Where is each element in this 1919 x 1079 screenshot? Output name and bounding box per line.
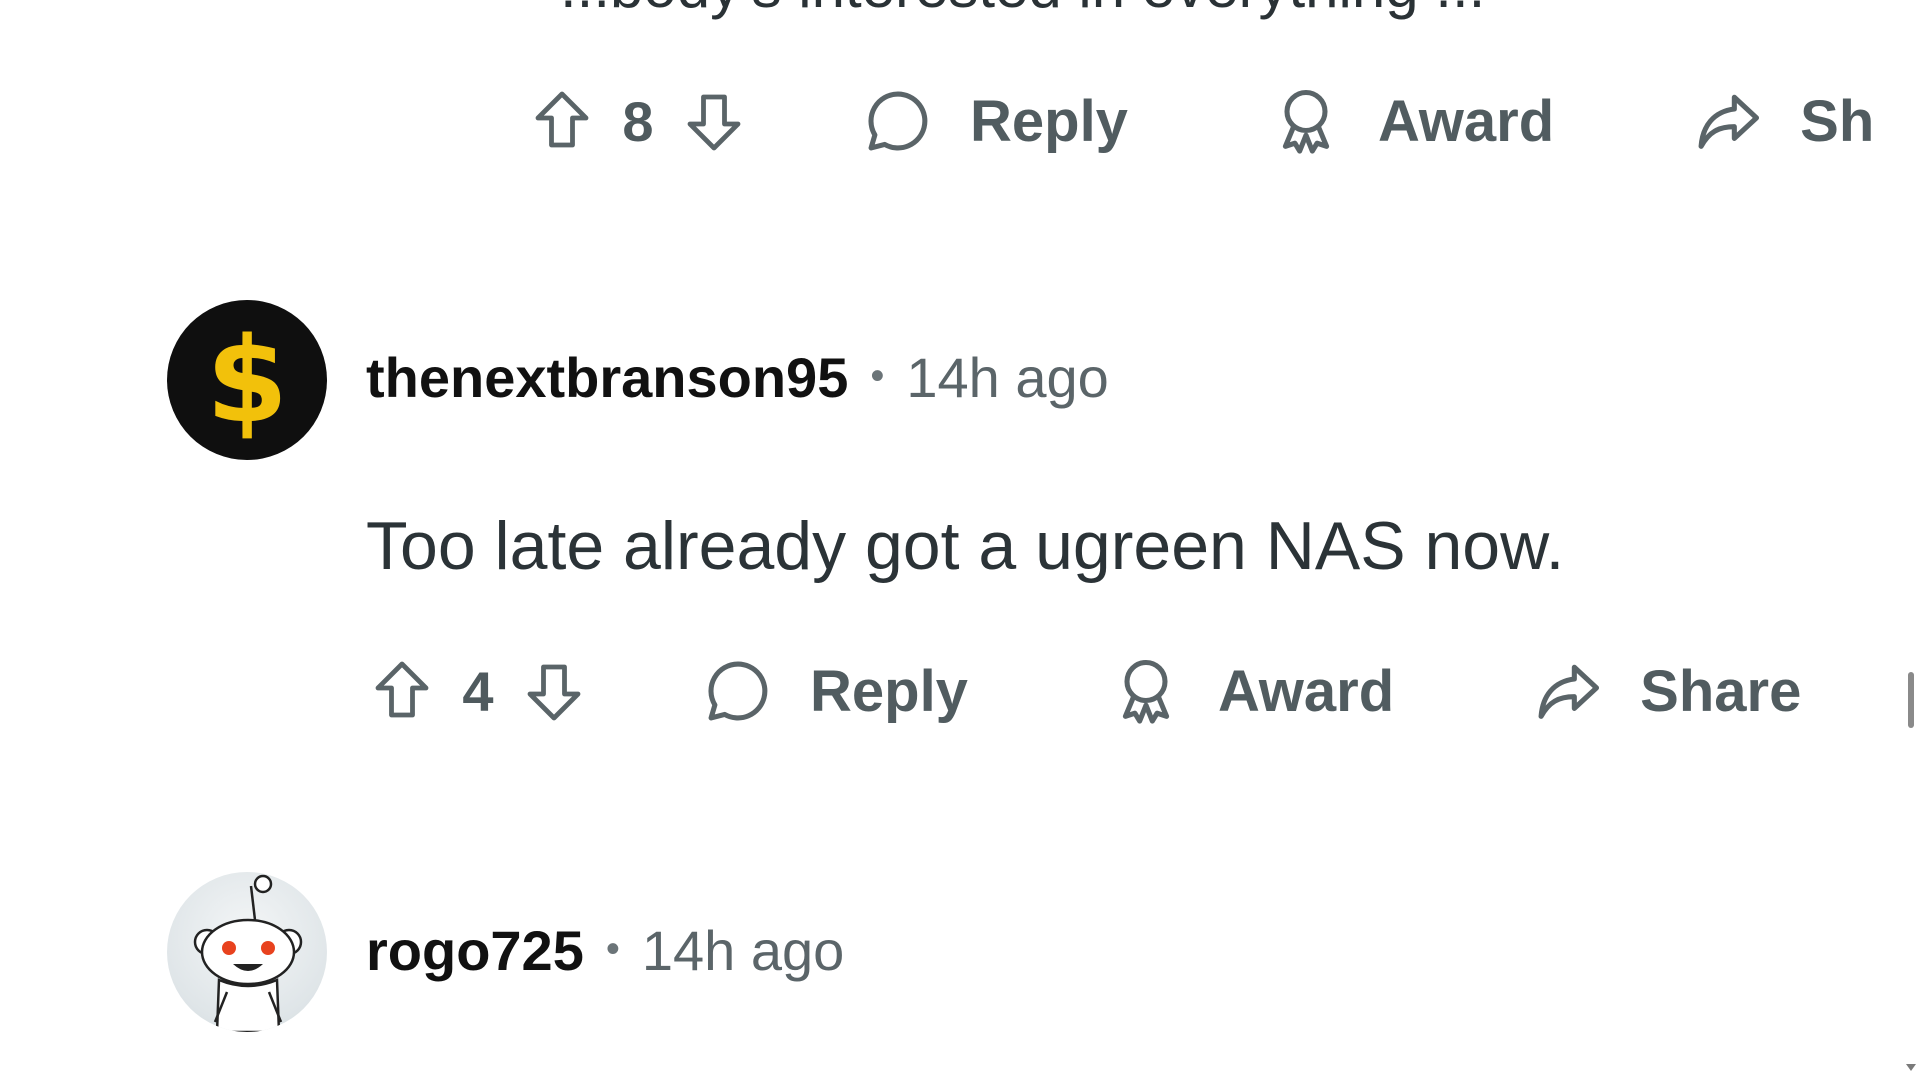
comment-thread: ...body's interested in everything ... 8… — [0, 0, 1919, 1079]
scroll-down-arrow-icon[interactable] — [1906, 1064, 1916, 1071]
avatar[interactable] — [167, 872, 327, 1032]
comment-body: Too late already got a ugreen NAS now. — [366, 508, 1565, 584]
reply-button[interactable]: Reply — [700, 653, 968, 729]
comment-header: rogo725 • 14h ago — [366, 918, 844, 983]
timestamp[interactable]: 14h ago — [642, 918, 844, 983]
scrollbar-thumb[interactable] — [1908, 672, 1914, 728]
comment-header: thenextbranson95 • 14h ago — [366, 345, 1109, 410]
username[interactable]: rogo725 — [366, 918, 584, 983]
share-arrow-icon — [1690, 83, 1766, 159]
separator-dot: • — [870, 354, 885, 398]
award-label: Award — [1217, 658, 1395, 724]
vote-count: 4 — [462, 659, 494, 723]
reply-label: Reply — [970, 88, 1128, 154]
reply-bubble-icon — [860, 83, 936, 159]
share-label: Sh — [1800, 88, 1875, 154]
share-button[interactable]: Sh — [1690, 83, 1874, 159]
dollar-icon: $ — [205, 311, 289, 449]
snoo-icon — [193, 874, 303, 1032]
award-button[interactable]: Award — [1268, 83, 1554, 159]
reply-button[interactable]: Reply — [860, 83, 1128, 159]
share-label: Share — [1640, 658, 1802, 724]
vote-group: 8 — [526, 85, 750, 157]
username[interactable]: thenextbranson95 — [366, 345, 848, 410]
downvote-icon[interactable] — [678, 85, 750, 157]
award-button[interactable]: Award — [1108, 653, 1394, 729]
award-icon — [1268, 83, 1344, 159]
share-arrow-icon — [1530, 653, 1606, 729]
award-label: Award — [1377, 88, 1555, 154]
upvote-icon[interactable] — [526, 85, 598, 157]
separator-dot: • — [605, 927, 620, 971]
avatar[interactable]: $ — [167, 300, 327, 460]
reply-bubble-icon — [700, 653, 776, 729]
vote-group: 4 — [366, 655, 590, 727]
award-icon — [1108, 653, 1184, 729]
timestamp[interactable]: 14h ago — [906, 345, 1108, 410]
reply-label: Reply — [810, 658, 968, 724]
share-button[interactable]: Share — [1530, 653, 1801, 729]
previous-comment-text: ...body's interested in everything ... — [560, 0, 1485, 21]
downvote-icon[interactable] — [518, 655, 590, 727]
comment-action-bar: 4 Reply Award Share — [366, 646, 1801, 736]
upvote-icon[interactable] — [366, 655, 438, 727]
vote-count: 8 — [622, 89, 654, 153]
comment-action-bar: 8 Reply Award Sh — [526, 76, 1874, 166]
